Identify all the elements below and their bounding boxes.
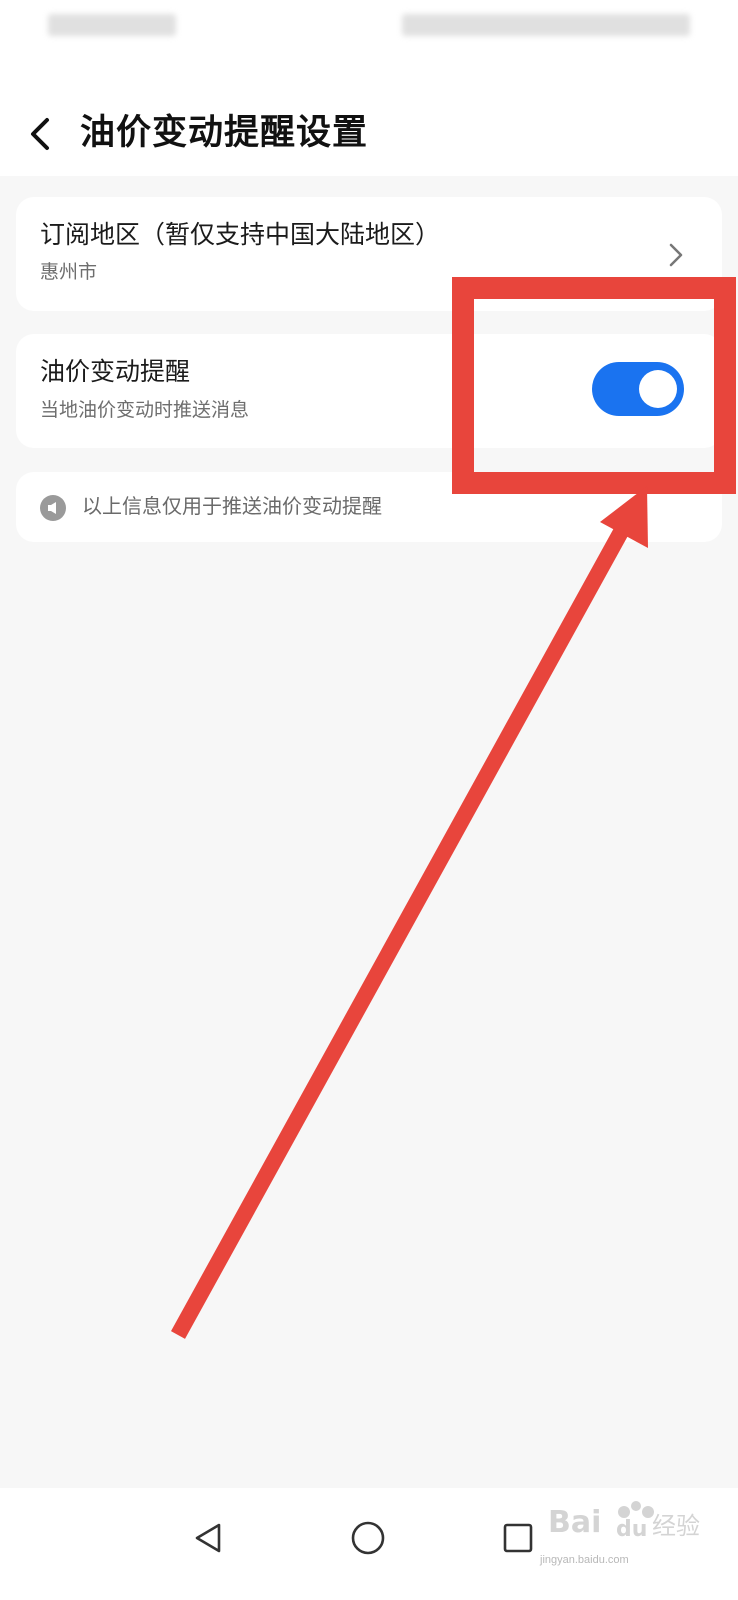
chevron-right-icon [669, 243, 683, 267]
info-card: 以上信息仅用于推送油价变动提醒 [16, 472, 722, 542]
subscription-region-title: 订阅地区（暂仅支持中国大陆地区） [40, 220, 441, 249]
nav-home-button[interactable] [338, 1508, 398, 1568]
watermark-url: jingyan.baidu.com [540, 1554, 629, 1566]
svg-text:du: du [616, 1517, 647, 1542]
status-bar [0, 0, 738, 88]
svg-text:Bai: Bai [548, 1505, 601, 1540]
back-button[interactable] [22, 112, 58, 156]
page-title: 油价变动提醒设置 [80, 113, 369, 153]
toggle-knob [639, 370, 677, 408]
subscription-region-row[interactable]: 订阅地区（暂仅支持中国大陆地区） 惠州市 [16, 197, 722, 311]
annotation-arrow-line [170, 526, 630, 1339]
info-text: 以上信息仅用于推送油价变动提醒 [82, 494, 382, 518]
nav-recents-button[interactable] [488, 1508, 548, 1568]
megaphone-icon [40, 495, 66, 521]
oil-price-reminder-row: 油价变动提醒 当地油价变动时推送消息 [16, 334, 722, 448]
back-chevron-icon [31, 118, 49, 150]
circle-home-icon [351, 1521, 385, 1555]
nav-back-button[interactable] [178, 1508, 238, 1568]
svg-text:经验: 经验 [652, 1512, 700, 1540]
oil-price-reminder-toggle[interactable] [592, 362, 684, 416]
triangle-back-icon [195, 1523, 221, 1553]
square-recents-icon [503, 1523, 533, 1553]
oil-price-reminder-title: 油价变动提醒 [40, 357, 191, 386]
status-bar-right-blur [402, 14, 690, 36]
baidu-jingyan-watermark-logo: Bai du 经验 [548, 1501, 700, 1542]
subscription-region-value: 惠州市 [40, 261, 98, 283]
status-bar-left-blur [48, 14, 176, 36]
oil-price-reminder-subtitle: 当地油价变动时推送消息 [40, 399, 250, 421]
